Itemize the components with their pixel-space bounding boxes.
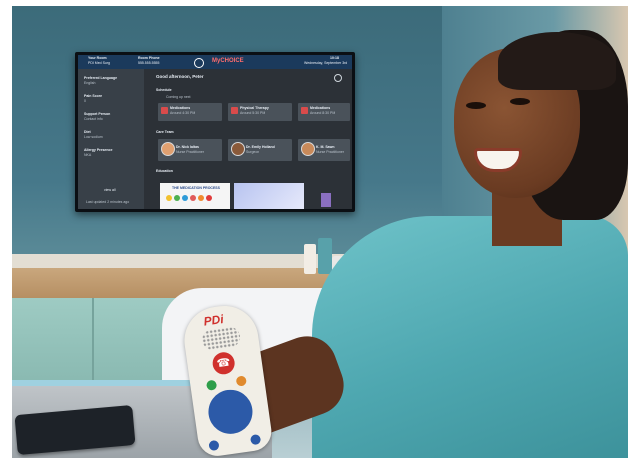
education-card: [234, 183, 304, 209]
care-team-title: Care Team: [156, 130, 174, 134]
sidebar-label: Preferred Language: [84, 76, 118, 80]
sidebar-value: Low sodium: [84, 135, 103, 139]
speaker-grille: [200, 325, 242, 351]
sidebar-label: Diet: [84, 130, 91, 134]
care-team-card: Dr. Emily Holland Surgeon: [228, 139, 292, 161]
education-card: [321, 193, 331, 207]
greeting: Good afternoon, Peter: [156, 74, 204, 79]
sidebar-label: Allergy Presence: [84, 148, 113, 152]
eye: [466, 102, 486, 109]
schedule-filter: Coming up next: [166, 95, 191, 99]
avatar: [231, 142, 245, 156]
room-subtitle: PDI Med Surg: [88, 61, 110, 65]
channel-icon: [208, 439, 220, 452]
room-title: Your Room: [88, 56, 107, 60]
member-role: Nurse Practitioner: [176, 150, 205, 154]
schedule-label: Medications: [310, 106, 331, 110]
nurse-call-icon: ☎: [211, 350, 237, 376]
medication-icon: [301, 107, 308, 114]
avatar: [301, 142, 315, 156]
phone-title: Room Phone: [138, 56, 160, 60]
member-role: Nurse Practitioner: [316, 150, 345, 154]
settings-icon: [334, 74, 342, 82]
color-dot: [190, 195, 196, 201]
medication-icon: [161, 107, 168, 114]
sidebar-value: NKA: [84, 153, 92, 157]
schedule-card: Medications Around 4:30 PM: [158, 103, 222, 121]
calendar-icon: [231, 107, 238, 114]
education-card-title: THE MEDICATION PROCESS: [172, 186, 220, 190]
clock-time: 10:18: [330, 56, 339, 60]
hair-top: [498, 32, 616, 90]
wall-tv: Your Room PDI Med Surg Room Phone 555.55…: [75, 52, 355, 212]
schedule-time: Around 8:30 PM: [310, 111, 336, 115]
clock-date: Wednesday, September 3rd: [304, 61, 348, 65]
sidebar-view-all: view all: [104, 188, 116, 192]
color-dot: [166, 195, 172, 201]
phone-number: 555.555.5555: [138, 61, 160, 65]
sidebar-label: Support Person: [84, 112, 111, 116]
sidebar-value: 0: [84, 99, 86, 103]
tv-header-bar: Your Room PDI Med Surg Room Phone 555.55…: [78, 55, 352, 69]
sidebar-label: Pain Score: [84, 94, 103, 98]
photo-scene: Your Room PDI Med Surg Room Phone 555.55…: [12, 6, 628, 458]
schedule-card: Physical Therapy Around 5:30 PM: [228, 103, 292, 121]
care-team-card: Dr. Nick Ialtas Nurse Practitioner: [158, 139, 222, 161]
tv-screen: Your Room PDI Med Surg Room Phone 555.55…: [78, 55, 352, 209]
settings-icon: [194, 58, 204, 68]
schedule-time: Around 5:30 PM: [240, 111, 266, 115]
schedule-time: Around 4:30 PM: [170, 111, 196, 115]
light-icon: [235, 375, 247, 387]
color-dot: [206, 195, 212, 201]
power-icon: [205, 379, 218, 391]
schedule-title: Schedule: [156, 88, 172, 92]
volume-icon: [249, 433, 262, 446]
member-name: K. M. Sawn: [316, 145, 335, 149]
brand-logo: MyCHOICE: [212, 58, 244, 64]
member-role: Surgeon: [246, 150, 260, 154]
sidebar-updated: Last updated 2 minutes ago: [86, 200, 130, 204]
eye: [510, 98, 530, 105]
member-name: Dr. Nick Ialtas: [176, 145, 199, 149]
bottle: [304, 244, 316, 274]
avatar: [161, 142, 175, 156]
tv-sidebar: Preferred Language English Pain Score 0 …: [78, 69, 144, 209]
bottle: [318, 238, 332, 274]
education-title: Education: [156, 169, 173, 173]
sidebar-value: English: [84, 81, 96, 85]
scrub-shirt: [312, 216, 628, 458]
color-dot: [174, 195, 180, 201]
color-dot: [198, 195, 204, 201]
remote-brand: PDi: [202, 311, 225, 329]
care-team-card: K. M. Sawn Nurse Practitioner: [298, 139, 350, 161]
color-dot: [182, 195, 188, 201]
schedule-label: Physical Therapy: [240, 106, 269, 110]
schedule-card: Medications Around 8:30 PM: [298, 103, 350, 121]
member-name: Dr. Emily Holland: [246, 145, 275, 149]
schedule-label: Medications: [170, 106, 191, 110]
sidebar-value: Contact info: [84, 117, 103, 121]
dpad: [205, 386, 256, 437]
